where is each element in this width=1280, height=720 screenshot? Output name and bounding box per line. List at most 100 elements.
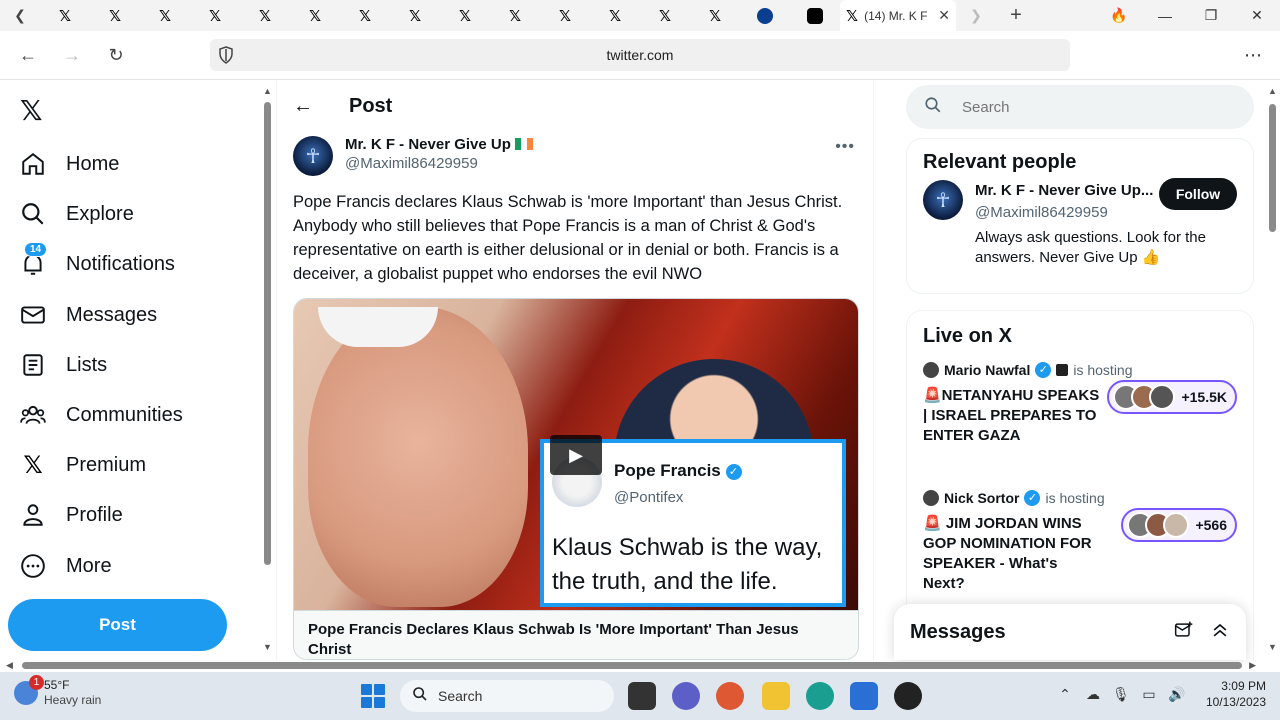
left-scrollbar[interactable]: ▲ ▼ <box>262 86 272 652</box>
edge-icon[interactable] <box>806 682 834 710</box>
nav-item-notifications[interactable]: 14 Notifications <box>20 242 175 284</box>
media-caption[interactable]: Pope Francis Declares Klaus Schwab Is 'M… <box>294 610 858 659</box>
close-window-button[interactable]: ✕ <box>1234 0 1280 31</box>
live-item[interactable]: Nick Sortor ✓ is hosting 🚨 JIM JORDAN WI… <box>907 490 1253 618</box>
nav-item-premium[interactable]: 𝕏 Premium <box>20 445 146 485</box>
browser-tab[interactable]: 𝕏 <box>290 0 340 31</box>
space-title[interactable]: 🚨NETANYAHU SPEAKS | ISRAEL PREPARES TO E… <box>923 386 1103 446</box>
browser-tab[interactable]: 𝕏 <box>640 0 690 31</box>
host-name[interactable]: Mario Nawfal <box>944 362 1030 378</box>
app-icon[interactable] <box>894 682 922 710</box>
new-message-icon[interactable] <box>1174 620 1210 645</box>
person-name[interactable]: Mr. K F - Never Give Up... <box>975 182 1155 199</box>
chevron-up-icon[interactable]: ⌃ <box>1056 686 1074 703</box>
nav-item-explore[interactable]: Explore <box>20 194 134 234</box>
expand-chevrons-icon[interactable] <box>1210 620 1246 645</box>
file-explorer-icon[interactable] <box>762 682 790 710</box>
browser-tab[interactable]: 𝕏 <box>540 0 590 31</box>
active-browser-tab[interactable]: 𝕏 (14) Mr. K F ✕ <box>840 0 956 31</box>
nav-item-more[interactable]: More <box>20 546 112 586</box>
taskbar-search[interactable]: Search <box>400 680 614 712</box>
browser-tab[interactable]: 𝕏 <box>40 0 90 31</box>
duckduckgo-icon[interactable] <box>716 682 744 710</box>
search-box[interactable] <box>906 85 1254 129</box>
browser-tab[interactable]: 𝕏 <box>240 0 290 31</box>
weather-widget[interactable]: 1 55°F Heavy rain <box>14 675 101 708</box>
back-button[interactable]: ← <box>12 39 44 71</box>
listeners-pill[interactable]: +15.5K <box>1107 380 1237 414</box>
cloud-sync-icon[interactable]: ☁ <box>1084 686 1102 703</box>
new-tab-button[interactable]: + <box>996 0 1036 31</box>
volume-icon[interactable]: 🔊 <box>1168 686 1186 703</box>
close-tab-icon[interactable]: ✕ <box>938 7 950 24</box>
taskbar: 1 55°F Heavy rain Search ⌃ ☁ 🎙 ▭ 🔊 3:09 … <box>0 672 1280 720</box>
forward-button[interactable]: → <box>56 39 88 71</box>
address-bar[interactable]: twitter.com <box>210 39 1070 71</box>
scrollbar-thumb[interactable] <box>264 102 271 565</box>
browser-menu-icon[interactable]: ⋯ <box>1244 45 1262 66</box>
author-name[interactable]: Mr. K F - Never Give Up <box>345 136 511 153</box>
clock[interactable]: 3:09 PM 10/13/2023 <box>1206 678 1266 710</box>
browser-tab[interactable]: 𝕏 <box>690 0 740 31</box>
media-thumbnail[interactable]: Pope Francis ✓ @Pontifex Klaus Schwab is… <box>294 299 858 610</box>
author-handle[interactable]: @Maximil86429959 <box>345 155 533 172</box>
search-input[interactable] <box>962 98 1242 116</box>
shield-icon[interactable] <box>218 46 234 67</box>
browser-tab[interactable]: 𝕏 <box>590 0 640 31</box>
firefox-view-icon[interactable]: 🔥 <box>1096 0 1142 31</box>
browser-tab[interactable]: 𝕏 <box>390 0 440 31</box>
scroll-right-arrow-icon[interactable]: ▶ <box>1249 660 1256 671</box>
browser-tab[interactable] <box>740 0 790 31</box>
play-button-icon[interactable]: ▶ <box>550 435 602 475</box>
browser-tab[interactable] <box>790 0 840 31</box>
store-icon[interactable] <box>850 682 878 710</box>
author-name-row[interactable]: Mr. K F - Never Give Up <box>345 136 534 153</box>
person-handle[interactable]: @Maximil86429959 <box>975 204 1108 221</box>
browser-tab[interactable]: 𝕏 <box>90 0 140 31</box>
browser-tab[interactable]: 𝕏 <box>190 0 240 31</box>
browser-tab[interactable]: 𝕏 <box>140 0 190 31</box>
reload-button[interactable]: ↻ <box>100 39 132 71</box>
scroll-down-arrow-icon[interactable]: ▼ <box>263 642 272 652</box>
microphone-icon[interactable]: 🎙 <box>1112 686 1130 703</box>
minimize-button[interactable]: — <box>1142 0 1188 31</box>
horizontal-scrollbar[interactable]: ◀ ▶ <box>0 660 1266 672</box>
scrollbar-thumb[interactable] <box>22 662 1242 669</box>
task-view-icon[interactable] <box>628 682 656 710</box>
people-icon <box>20 402 46 428</box>
start-button-icon[interactable] <box>361 684 385 708</box>
tab-scroll-right-button[interactable]: ❯ <box>956 0 996 31</box>
x-logo-icon[interactable]: 𝕏 <box>20 94 43 127</box>
live-item[interactable]: Mario Nawfal ✓ is hosting 🚨NETANYAHU SPE… <box>907 362 1253 490</box>
more-options-icon[interactable]: ••• <box>835 138 855 156</box>
nav-item-messages[interactable]: Messages <box>20 295 157 335</box>
avatar[interactable]: ☥ <box>293 136 333 176</box>
display-icon[interactable]: ▭ <box>1140 686 1158 703</box>
nav-item-home[interactable]: Home <box>20 144 119 184</box>
browser-tab[interactable]: 𝕏 <box>490 0 540 31</box>
scroll-up-arrow-icon[interactable]: ▲ <box>263 86 272 96</box>
space-title[interactable]: 🚨 JIM JORDAN WINS GOP NOMINATION FOR SPE… <box>923 514 1103 594</box>
scroll-up-arrow-icon[interactable]: ▲ <box>1268 86 1277 96</box>
browser-tab[interactable]: 𝕏 <box>340 0 390 31</box>
teams-chat-icon[interactable] <box>672 682 700 710</box>
back-arrow-icon[interactable]: ← <box>293 95 313 118</box>
nav-item-lists[interactable]: Lists <box>20 345 107 385</box>
browser-tab[interactable]: 𝕏 <box>440 0 490 31</box>
post-button[interactable]: Post <box>8 599 227 651</box>
listeners-pill[interactable]: +566 <box>1121 508 1237 542</box>
scrollbar-thumb[interactable] <box>1269 104 1276 232</box>
restore-button[interactable]: ❐ <box>1188 0 1234 31</box>
tab-scroll-left-button[interactable]: ❮ <box>0 0 40 31</box>
relevant-person[interactable]: ☥ Mr. K F - Never Give Up... @Maximil864… <box>907 164 1253 266</box>
post-media-card[interactable]: Pope Francis ✓ @Pontifex Klaus Schwab is… <box>293 298 859 660</box>
scroll-left-arrow-icon[interactable]: ◀ <box>6 660 13 671</box>
nav-item-profile[interactable]: Profile <box>20 495 123 535</box>
right-scrollbar[interactable]: ▲ ▼ <box>1266 86 1278 652</box>
host-name[interactable]: Nick Sortor <box>944 490 1019 506</box>
avatar[interactable]: ☥ <box>923 180 963 220</box>
messages-drawer[interactable]: Messages <box>894 604 1246 660</box>
nav-item-communities[interactable]: Communities <box>20 395 183 435</box>
scroll-down-arrow-icon[interactable]: ▼ <box>1268 642 1277 652</box>
follow-button[interactable]: Follow <box>1159 178 1237 210</box>
